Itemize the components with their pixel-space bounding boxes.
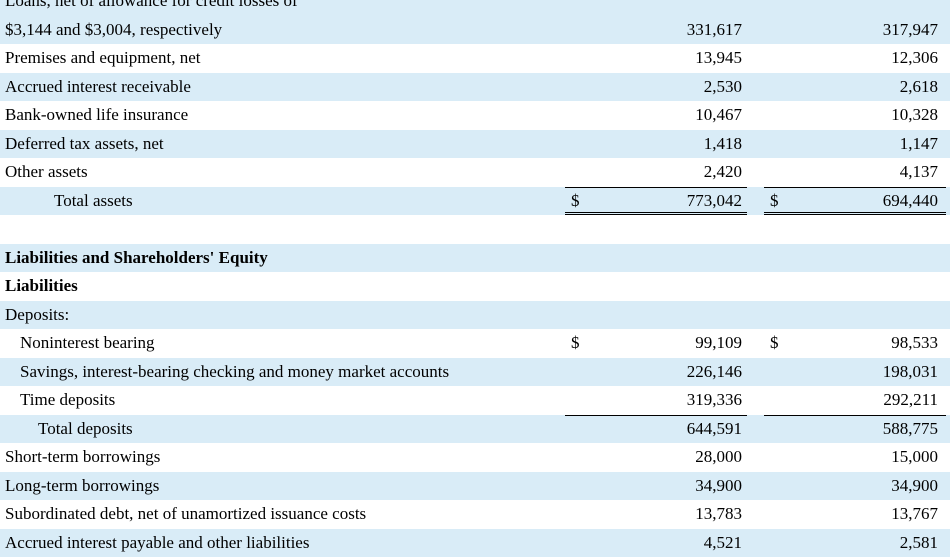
table-row-loans-line2: $3,144 and $3,004, respectively 331,617 … [0, 16, 950, 45]
row-label: Subordinated debt, net of unamortized is… [5, 500, 366, 529]
row-label: Short-term borrowings [5, 443, 160, 472]
value-current: 13,945 [695, 44, 742, 73]
value-current: 2,530 [704, 73, 742, 102]
value-current: 644,591 [687, 415, 742, 444]
row-label: Total deposits [38, 415, 133, 444]
table-row: Bank-owned life insurance 10,467 10,328 [0, 101, 950, 130]
table-row: Subordinated debt, net of unamortized is… [0, 500, 950, 529]
section-title: Liabilities and Shareholders' Equity [5, 244, 268, 273]
value-prior: 694,440 [883, 187, 938, 216]
value-current: 1,418 [704, 130, 742, 159]
table-row: Deferred tax assets, net 1,418 1,147 [0, 130, 950, 159]
table-row-loans-line1: Loans, net of allowance for credit losse… [0, 0, 950, 16]
value-current: 34,900 [695, 472, 742, 501]
value-prior: 4,137 [900, 158, 938, 187]
subsection-title: Liabilities [5, 272, 78, 301]
value-current: 331,617 [687, 16, 742, 45]
row-label: $3,144 and $3,004, respectively [5, 16, 222, 45]
balance-sheet-table: Loans, net of allowance for credit losse… [0, 0, 950, 557]
value-current: 99,109 [695, 329, 742, 358]
table-row: Time deposits 319,336 292,211 [0, 386, 950, 415]
row-label: Noninterest bearing [20, 329, 155, 358]
rule-line [764, 212, 946, 213]
row-label: Deferred tax assets, net [5, 130, 164, 159]
value-current: 773,042 [687, 187, 742, 216]
value-current: 13,783 [695, 500, 742, 529]
value-prior: 198,031 [883, 358, 938, 387]
currency-symbol: $ [770, 329, 779, 358]
table-row-total-assets: Total assets $ 773,042 $ 694,440 [0, 187, 950, 216]
table-row: Long-term borrowings 34,900 34,900 [0, 472, 950, 501]
value-prior: 12,306 [891, 44, 938, 73]
rule-line [565, 212, 747, 213]
row-label: Other assets [5, 158, 88, 187]
row-label: Savings, interest-bearing checking and m… [20, 358, 449, 387]
value-current: 319,336 [687, 386, 742, 415]
row-label: Long-term borrowings [5, 472, 159, 501]
table-row: Noninterest bearing $ 99,109 $ 98,533 [0, 329, 950, 358]
row-label: Loans, net of allowance for credit losse… [5, 0, 298, 16]
table-row: Short-term borrowings 28,000 15,000 [0, 443, 950, 472]
value-prior: 13,767 [891, 500, 938, 529]
row-label: Bank-owned life insurance [5, 101, 188, 130]
row-label: Accrued interest receivable [5, 73, 191, 102]
value-current: 28,000 [695, 443, 742, 472]
table-row: Other assets 2,420 4,137 [0, 158, 950, 187]
value-current: 226,146 [687, 358, 742, 387]
value-prior: 10,328 [891, 101, 938, 130]
section-title-row: Liabilities and Shareholders' Equity [0, 244, 950, 273]
subsection-title-row: Liabilities [0, 272, 950, 301]
row-label: Premises and equipment, net [5, 44, 200, 73]
table-row: Accrued interest receivable 2,530 2,618 [0, 73, 950, 102]
row-label: Total assets [54, 187, 133, 216]
table-row: Premises and equipment, net 13,945 12,30… [0, 44, 950, 73]
value-prior: 588,775 [883, 415, 938, 444]
row-label: Time deposits [20, 386, 115, 415]
row-label: Deposits: [5, 301, 69, 330]
value-prior: 98,533 [891, 329, 938, 358]
value-prior: 292,211 [883, 386, 938, 415]
value-prior: 1,147 [900, 130, 938, 159]
value-current: 2,420 [704, 158, 742, 187]
value-prior: 2,618 [900, 73, 938, 102]
value-prior: 34,900 [891, 472, 938, 501]
currency-symbol: $ [571, 329, 580, 358]
currency-symbol: $ [770, 187, 779, 216]
table-row-deposits-header: Deposits: [0, 301, 950, 330]
value-prior: 15,000 [891, 443, 938, 472]
currency-symbol: $ [571, 187, 580, 216]
spacer-row [0, 215, 950, 244]
table-row: Savings, interest-bearing checking and m… [0, 358, 950, 387]
value-prior: 317,947 [883, 16, 938, 45]
table-row-total-deposits: Total deposits 644,591 588,775 [0, 415, 950, 444]
value-current: 10,467 [695, 101, 742, 130]
